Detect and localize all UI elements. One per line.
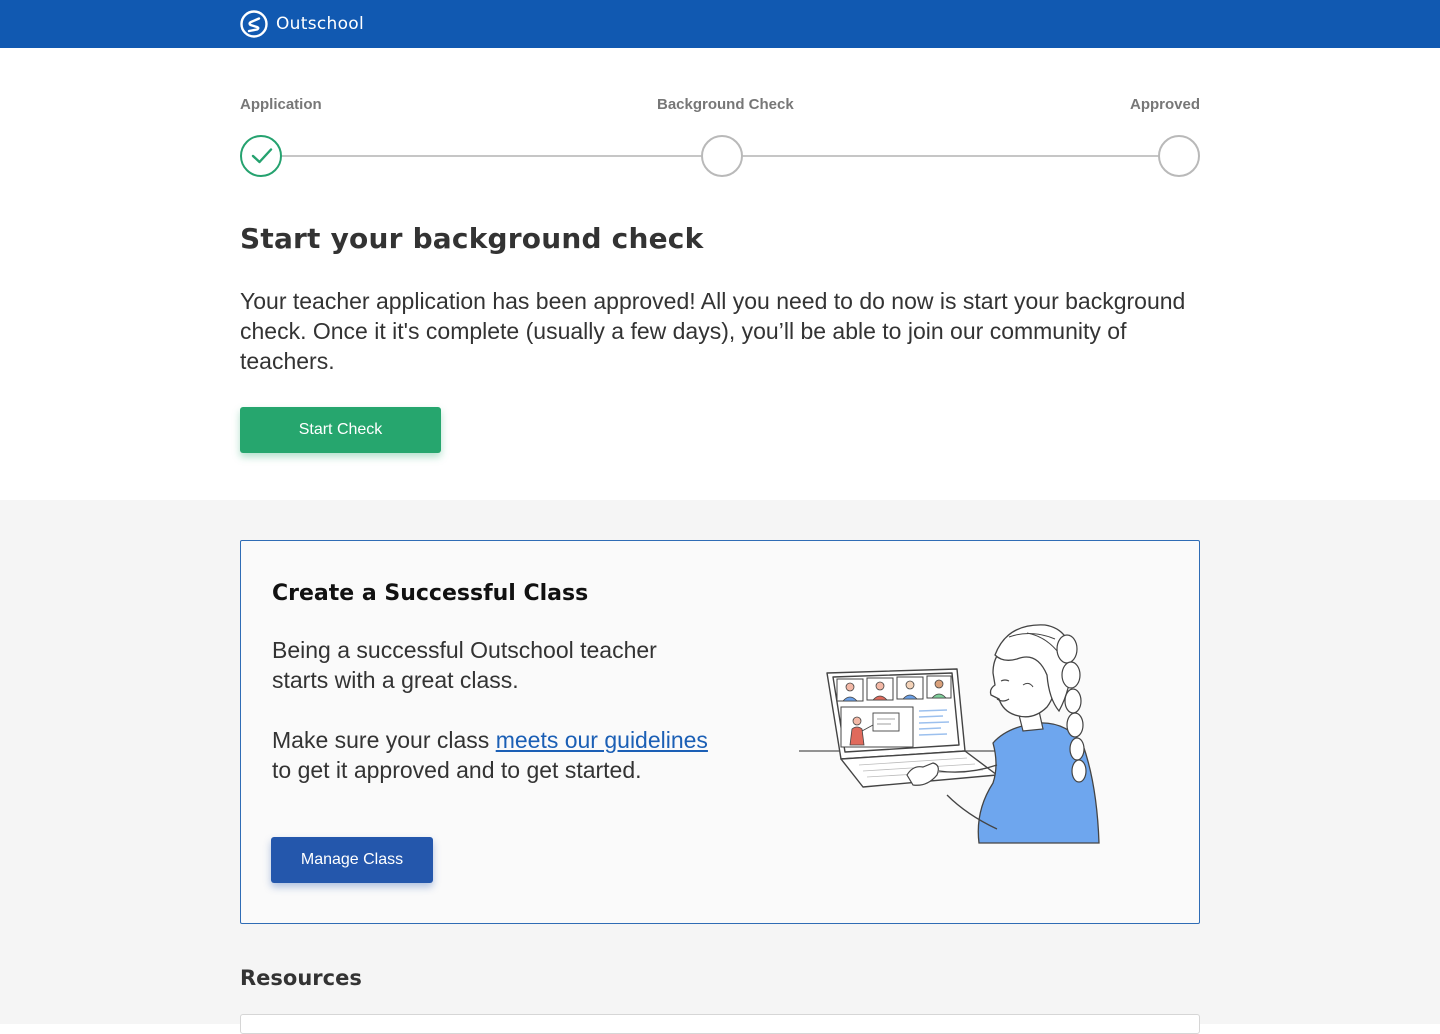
progress-stepper: Application Background Check Approved [240, 96, 1200, 180]
teacher-laptop-illustration [799, 624, 1100, 844]
successful-class-card: Create a Successful Class Being a succes… [240, 540, 1200, 924]
outschool-logo-icon [240, 10, 268, 38]
brand-name: Outschool [276, 14, 365, 34]
lower-section: Create a Successful Class Being a succes… [0, 500, 1440, 1034]
card-paragraph: Being a successful Outschool teacher sta… [272, 637, 657, 693]
step-indicator-approved [1158, 135, 1200, 177]
step-connector [282, 155, 702, 157]
page-title: Start your background check [240, 222, 704, 255]
card-title: Create a Successful Class [272, 581, 589, 606]
start-check-button[interactable]: Start Check [240, 407, 441, 453]
step-label-background-check: Background Check [657, 96, 794, 113]
guidelines-link[interactable]: meets our guidelines [496, 727, 708, 753]
guidelines-text-before: Make sure your class [272, 727, 496, 753]
step-label-application: Application [240, 96, 322, 113]
guidelines-text-after: to get it approved and to get started. [272, 757, 642, 783]
top-navigation-bar: Outschool [0, 0, 1440, 48]
card-body: Being a successful Outschool teacher sta… [272, 635, 712, 785]
step-indicator-application [240, 135, 282, 177]
resources-panel [240, 1014, 1200, 1034]
manage-class-button[interactable]: Manage Class [271, 837, 433, 883]
step-connector [742, 155, 1159, 157]
resources-title: Resources [240, 966, 362, 990]
intro-text: Your teacher application has been approv… [240, 288, 1186, 374]
step-indicator-background-check [701, 135, 743, 177]
step-label-approved: Approved [1129, 96, 1200, 113]
outschool-logo-link[interactable]: Outschool [240, 10, 364, 38]
card-paragraph-guidelines: Make sure your class meets our guideline… [272, 725, 712, 785]
checkmark-icon [251, 148, 273, 164]
